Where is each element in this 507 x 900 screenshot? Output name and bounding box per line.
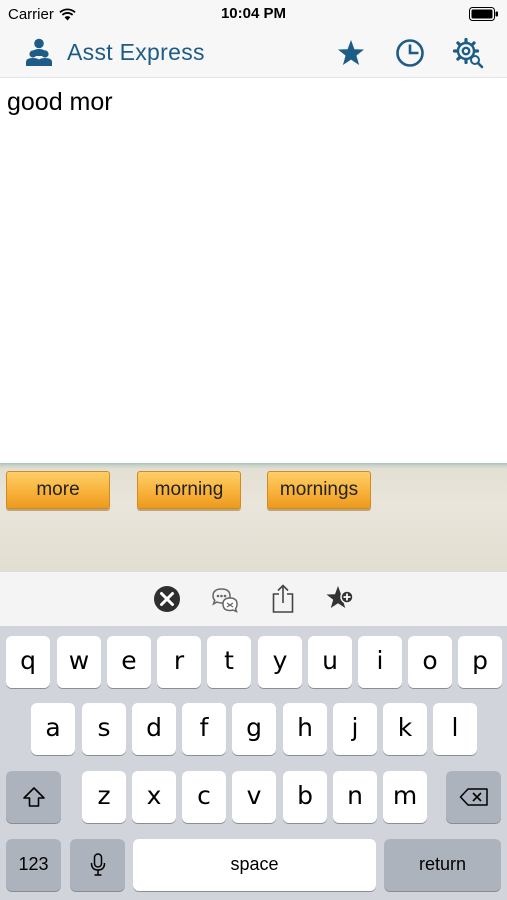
suggestion-more[interactable]: more: [6, 471, 110, 509]
message-text: good mor: [7, 88, 113, 116]
nav-bar: Asst Express: [0, 28, 507, 78]
speak-chat-icon[interactable]: [209, 583, 241, 615]
key-s[interactable]: s: [82, 703, 126, 755]
key-z[interactable]: z: [82, 771, 126, 823]
key-p[interactable]: p: [458, 636, 502, 688]
key-i[interactable]: i: [358, 636, 402, 688]
key-m[interactable]: m: [383, 771, 427, 823]
key-g[interactable]: g: [232, 703, 276, 755]
app-title: Asst Express: [67, 39, 205, 65]
status-time: 10:04 PM: [220, 5, 287, 22]
shift-key[interactable]: [6, 771, 61, 823]
key-x[interactable]: x: [132, 771, 176, 823]
suggestion-morning[interactable]: morning: [137, 471, 241, 509]
numbers-key[interactable]: 123: [6, 839, 61, 891]
backspace-icon: [459, 788, 488, 806]
suggestion-mornings[interactable]: mornings: [267, 471, 371, 509]
key-d[interactable]: d: [132, 703, 176, 755]
key-h[interactable]: h: [283, 703, 327, 755]
key-b[interactable]: b: [283, 771, 327, 823]
key-t[interactable]: t: [207, 636, 251, 688]
key-a[interactable]: a: [31, 703, 75, 755]
key-r[interactable]: r: [157, 636, 201, 688]
return-key[interactable]: return: [384, 839, 501, 891]
clear-x-icon[interactable]: [151, 583, 183, 615]
battery-icon: [469, 7, 498, 21]
shift-arrow-icon: [22, 787, 45, 807]
dictation-key[interactable]: [70, 839, 125, 891]
key-f[interactable]: f: [182, 703, 226, 755]
delete-key[interactable]: [446, 771, 501, 823]
key-j[interactable]: j: [333, 703, 377, 755]
key-q[interactable]: q: [6, 636, 50, 688]
key-e[interactable]: e: [107, 636, 151, 688]
share-icon[interactable]: [267, 583, 299, 615]
key-o[interactable]: o: [408, 636, 452, 688]
suggestions-panel: more morning mornings: [0, 463, 507, 571]
key-l[interactable]: l: [433, 703, 477, 755]
key-u[interactable]: u: [308, 636, 352, 688]
key-c[interactable]: c: [182, 771, 226, 823]
star-icon[interactable]: [335, 37, 367, 69]
key-v[interactable]: v: [232, 771, 276, 823]
history-clock-icon[interactable]: [394, 37, 426, 69]
key-k[interactable]: k: [383, 703, 427, 755]
people-logo-icon: [26, 38, 52, 66]
microphone-icon: [90, 853, 105, 876]
keyboard-toolbar: [0, 571, 507, 626]
status-bar: Carrier 10:04 PM: [0, 0, 507, 28]
add-favorite-icon[interactable]: [324, 583, 356, 615]
keyboard: q w e r t y u i o p a s d f g h j k l z …: [0, 626, 507, 900]
settings-gear-icon[interactable]: [452, 37, 484, 69]
space-key[interactable]: space: [133, 839, 376, 891]
key-w[interactable]: w: [57, 636, 101, 688]
key-n[interactable]: n: [333, 771, 377, 823]
key-y[interactable]: y: [258, 636, 302, 688]
message-text-area[interactable]: good mor: [0, 78, 507, 463]
